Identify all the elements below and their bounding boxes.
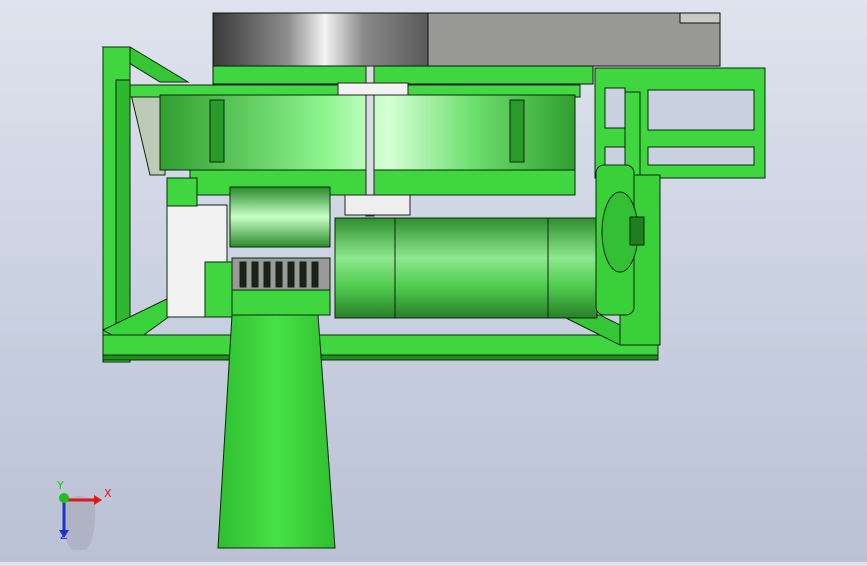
cad-viewport[interactable]: X Y Z: [0, 0, 867, 562]
machine-model[interactable]: [0, 0, 867, 562]
orientation-triad: X Y Z: [44, 479, 114, 554]
bottom-frame-rail: [102, 314, 661, 361]
cutter-rollers[interactable]: [229, 186, 331, 316]
z-axis-label: Z: [60, 529, 68, 542]
x-axis-label: X: [104, 487, 112, 500]
y-axis-label: Y: [57, 479, 64, 492]
discharge-chute[interactable]: [217, 314, 336, 549]
feed-housing: [166, 177, 234, 318]
